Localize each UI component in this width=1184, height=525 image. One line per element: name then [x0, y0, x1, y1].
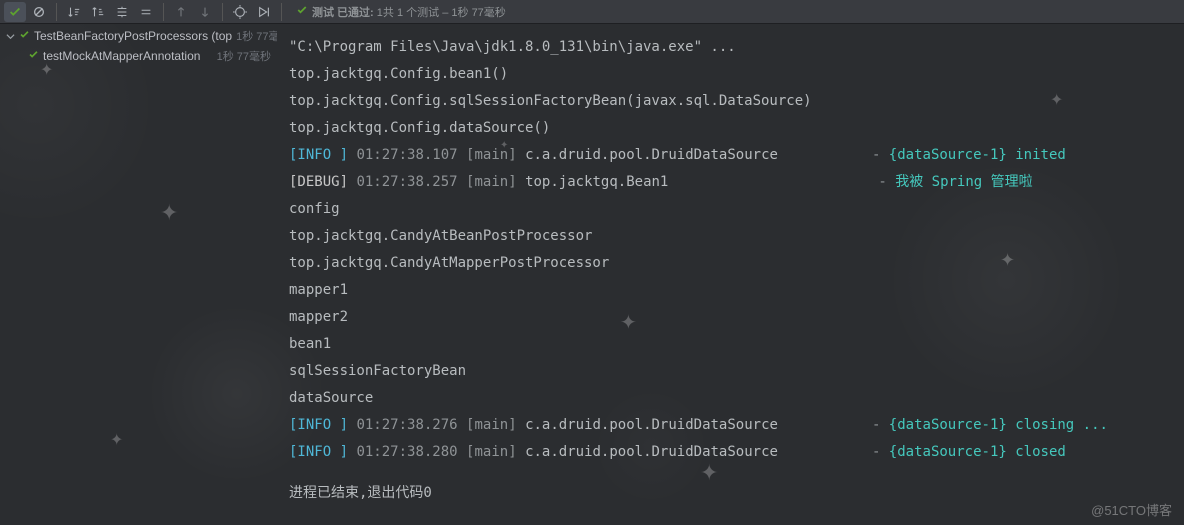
tree-root-row[interactable]: TestBeanFactoryPostProcessors (top 1秒 77… [0, 26, 277, 46]
export-tests-button[interactable] [253, 2, 275, 22]
test-pass-icon [19, 29, 30, 43]
console-cmd: "C:\Program Files\Java\jdk1.8.0_131\bin\… [289, 34, 1176, 61]
prev-failed-button[interactable] [170, 2, 192, 22]
tree-root-time: 1秒 77毫秒 [236, 28, 277, 44]
tree-child-label: testMockAtMapperAnnotation [43, 49, 200, 63]
collapse-all-button[interactable] [135, 2, 157, 22]
console-line: bean1 [289, 331, 1176, 358]
console-line: top.jacktgq.Config.bean1() [289, 61, 1176, 88]
status-check-icon [296, 4, 308, 19]
next-failed-button[interactable] [194, 2, 216, 22]
tree-child-row[interactable]: testMockAtMapperAnnotation 1秒 77毫秒 [0, 46, 277, 66]
test-pass-icon [28, 49, 39, 63]
console-line: top.jacktgq.CandyAtBeanPostProcessor [289, 223, 1176, 250]
console-line: top.jacktgq.Config.sqlSessionFactoryBean… [289, 88, 1176, 115]
console-line: dataSource [289, 385, 1176, 412]
log-debug-line: [DEBUG] 01:27:38.257 [main] top.jacktgq.… [289, 169, 1176, 196]
console-line: config [289, 196, 1176, 223]
console-line: sqlSessionFactoryBean [289, 358, 1176, 385]
console-line: mapper1 [289, 277, 1176, 304]
exit-line: 进程已结束,退出代码0 [289, 480, 1176, 507]
log-info-line: [INFO ] 01:27:38.276 [main] c.a.druid.po… [289, 412, 1176, 439]
sort-up-button[interactable] [87, 2, 109, 22]
show-passed-button[interactable] [4, 2, 26, 22]
console-line: top.jacktgq.Config.dataSource() [289, 115, 1176, 142]
log-info-line: [INFO ] 01:27:38.107 [main] c.a.druid.po… [289, 142, 1176, 169]
status-counts: 1共 1 个测试 [377, 7, 439, 19]
chevron-down-icon[interactable] [6, 32, 15, 41]
console-output[interactable]: "C:\Program Files\Java\jdk1.8.0_131\bin\… [277, 24, 1184, 525]
tree-root-label: TestBeanFactoryPostProcessors (top [34, 29, 232, 43]
watermark: @51CTO博客 [1091, 500, 1172, 519]
sort-down-button[interactable] [63, 2, 85, 22]
import-tests-button[interactable] [229, 2, 251, 22]
show-ignored-button[interactable] [28, 2, 50, 22]
status-duration: – 1秒 77毫秒 [442, 7, 506, 19]
tree-child-time: 1秒 77毫秒 [217, 48, 277, 64]
log-info-line: [INFO ] 01:27:38.280 [main] c.a.druid.po… [289, 439, 1176, 466]
test-status-bar: 测试 已通过: 1共 1 个测试 – 1秒 77毫秒 [296, 4, 506, 20]
console-line: mapper2 [289, 304, 1176, 331]
test-toolbar: 测试 已通过: 1共 1 个测试 – 1秒 77毫秒 [0, 0, 1184, 24]
expand-all-button[interactable] [111, 2, 133, 22]
console-line: top.jacktgq.CandyAtMapperPostProcessor [289, 250, 1176, 277]
status-prefix: 测试 已通过: [312, 7, 374, 19]
test-tree[interactable]: TestBeanFactoryPostProcessors (top 1秒 77… [0, 24, 277, 525]
